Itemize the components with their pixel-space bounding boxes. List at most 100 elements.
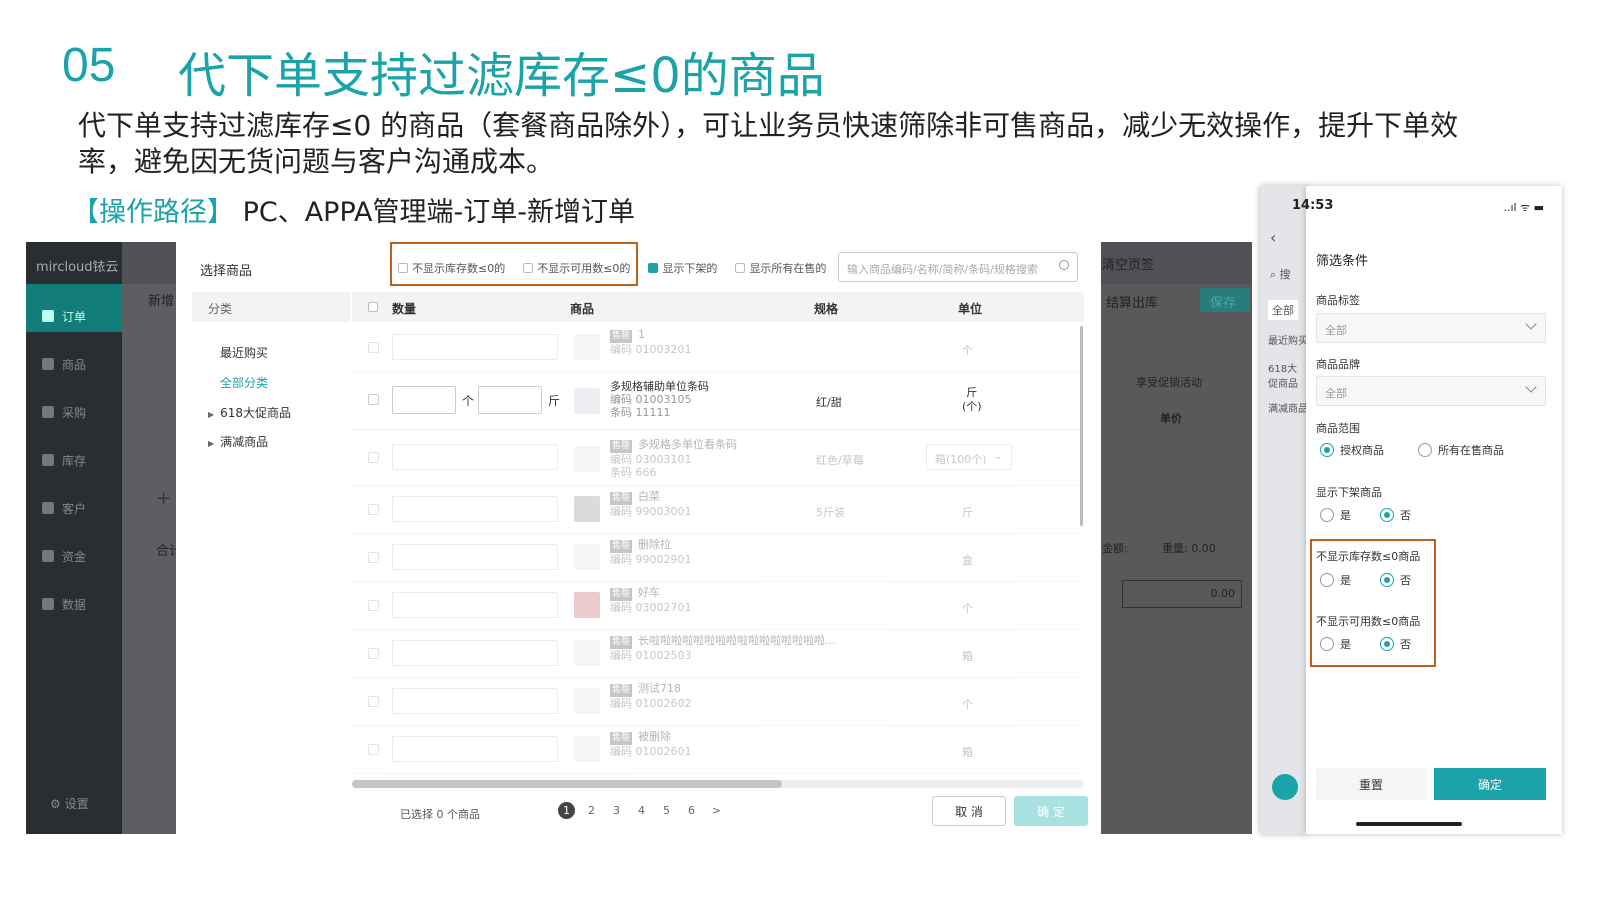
shield-icon [42,550,54,562]
reset-button[interactable]: 重置 [1316,768,1426,800]
page-5[interactable]: 5 [658,802,675,819]
quantity-input[interactable] [392,688,558,714]
nav-item-funds[interactable]: 资金 [26,524,122,572]
nav-item-orders[interactable]: 订单 [26,284,122,332]
radio-selected[interactable] [1320,443,1334,457]
select-goods-modal: 选择商品 不显示库存数≤0的 不显示可用数≤0的 显示下架的 显示所有在售的 输… [176,242,1101,834]
image-placeholder-icon [574,688,600,714]
checkbox[interactable] [735,263,746,273]
category-618[interactable]: ▶ 618大促商品 [208,404,291,421]
settings-link[interactable]: ⚙ 设置 [50,795,89,812]
quantity-input[interactable] [392,640,558,666]
table-row[interactable]: 售罄 测试718 编码 01002602 个 [352,678,1084,726]
checkbox-checked[interactable] [648,263,659,273]
cancel-button[interactable]: 取 消 [932,796,1006,826]
category-label: 618大促商品 [220,406,292,420]
nav-item-customers[interactable]: 客户 [26,476,122,524]
nav-item-goods[interactable]: 商品 [26,332,122,380]
add-row-icon[interactable]: + [156,488,171,509]
row-checkbox[interactable] [368,696,379,707]
page-4[interactable]: 4 [633,802,650,819]
row-checkbox[interactable] [368,452,379,463]
page-3[interactable]: 3 [608,802,625,819]
pc-right-panel: 清空页签 结算出库 保存 享受促销活动 单价 金额: 重量: 0.00 0.00 [1102,258,1252,834]
pc-sidebar: mircloud铱云 订单 商品 采购 库存 客户 资金 数据 ⚙ 设置 [26,242,122,834]
confirm-button[interactable]: 确定 [1434,768,1546,800]
row-checkbox[interactable] [368,504,379,515]
page-2[interactable]: 2 [583,802,600,819]
quantity-input[interactable] [392,736,558,762]
goods-unit: 箱 [962,746,973,759]
brand-select[interactable]: 全部 [1316,376,1546,406]
nav-item-purchase[interactable]: 采购 [26,380,122,428]
status-icons: ..ıl ᯤ ▬ [1503,201,1544,214]
nav-label: 订单 [62,309,87,324]
save-button[interactable]: 保存 [1200,288,1250,312]
chevron-down-icon [1525,381,1537,393]
goods-unit: 斤 (个) [962,386,982,414]
row-checkbox[interactable] [368,394,379,405]
select-all-checkbox[interactable] [368,302,378,312]
quantity-input-unit1[interactable] [392,386,456,414]
table-row[interactable]: 售罄 好车 编码 03002701 个 [352,582,1084,630]
cart-icon[interactable] [1272,774,1298,800]
price-column: 单价 [1160,412,1182,425]
table-row[interactable]: 售罄 删除拉 编码 99002901 盒 [352,534,1084,582]
category-discount[interactable]: ▶ 满减商品 [208,433,268,450]
nav-item-inventory[interactable]: 库存 [26,428,122,476]
quantity-input[interactable] [392,544,558,570]
filter-show-all-onsale[interactable]: 显示所有在售的 [735,260,826,276]
vertical-scrollbar[interactable] [1080,326,1083,526]
scrollbar-thumb[interactable] [352,780,782,788]
table-row[interactable]: 售罄 被删除 编码 01002601 箱 [352,726,1084,774]
confirm-button[interactable]: 确 定 [1014,796,1088,826]
nav-item-data[interactable]: 数据 [26,572,122,620]
promo-checkbox[interactable]: 享受促销活动 [1136,374,1202,390]
unit-select[interactable]: 箱(100个) ⌄ [926,444,1012,470]
search-icon[interactable]: ⌕ 搜 [1270,266,1291,282]
quantity-input[interactable] [392,592,558,618]
category-recent[interactable]: 最近购买 [1268,332,1308,347]
search-icon[interactable] [1059,260,1069,270]
settle-button[interactable]: 结算出库 [1106,292,1158,311]
quantity-input[interactable] [392,444,558,470]
page-6[interactable]: 6 [683,802,700,819]
table-row[interactable]: 售罄 多规格多单位看条码 编码 03003101 条码 666 红色/草莓 箱(100… [352,430,1084,486]
row-checkbox[interactable] [368,342,379,353]
table-row[interactable]: 售罄 白菜 编码 99003001 5斤装 斤 [352,486,1084,534]
range-all-onsale-radio[interactable]: 所有在售商品 [1418,442,1504,458]
filter-show-offshelf[interactable]: 显示下架的 [648,260,717,276]
radio[interactable] [1418,443,1432,457]
back-arrow-icon[interactable]: ‹ [1270,228,1276,247]
row-checkbox[interactable] [368,648,379,659]
category-discount[interactable]: 满减商品 [1268,400,1308,415]
category-all[interactable]: 全部分类 [220,374,268,391]
tab-new-order[interactable]: 新增 [148,290,174,309]
offshelf-no-radio[interactable]: 否 [1380,507,1411,523]
table-row[interactable]: 售罄 1 编码 01003201 个 [352,324,1084,372]
next-page-icon[interactable]: > [708,802,725,819]
table-row[interactable]: 售罄 长啦啦啦啦啦啦啦啦啦啦啦啦啦啦啦啦... 编码 01002503 箱 [352,630,1084,678]
quantity-input[interactable] [392,334,558,360]
category-all[interactable]: 全部 [1268,300,1298,320]
row-checkbox[interactable] [368,744,379,755]
category-618[interactable]: 618大促商品 [1268,360,1304,390]
offshelf-yes-radio[interactable]: 是 [1320,507,1351,523]
category-recent[interactable]: 最近购买 [220,344,268,361]
nav-label: 数据 [62,597,87,612]
radio-selected[interactable] [1380,508,1394,522]
col-quantity: 数量 [392,302,417,316]
page-1[interactable]: 1 [558,802,575,819]
clear-tabs-link[interactable]: 清空页签 [1102,254,1154,273]
total-field[interactable]: 0.00 [1122,580,1242,608]
tag-select[interactable]: 全部 [1316,313,1546,343]
range-authorized-radio[interactable]: 授权商品 [1320,442,1384,458]
radio[interactable] [1320,508,1334,522]
quantity-input-unit2[interactable] [478,386,542,414]
quantity-input[interactable] [392,496,558,522]
horizontal-scrollbar[interactable] [352,780,1084,788]
table-row[interactable]: 个 斤 多规格辅助单位条码 编码 01003105 条码 11111 红/甜 斤 (个… [352,372,1084,430]
row-checkbox[interactable] [368,552,379,563]
row-checkbox[interactable] [368,600,379,611]
search-input[interactable]: 输入商品编码/名称/简称/条码/规格搜索 [838,252,1078,282]
